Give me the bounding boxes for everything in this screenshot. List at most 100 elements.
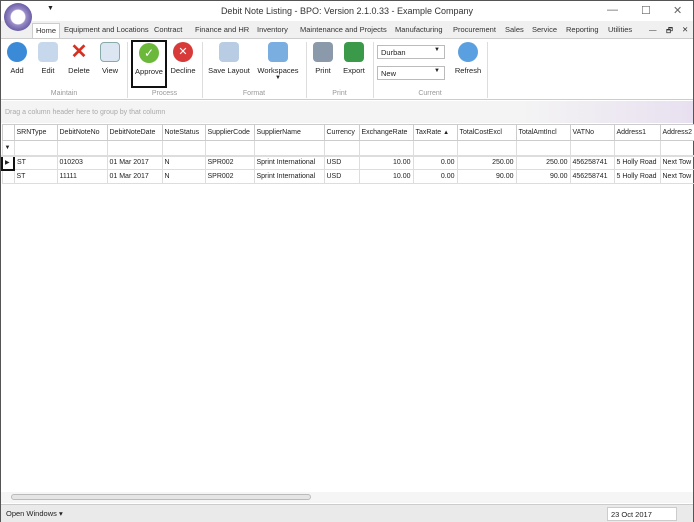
cell-currency[interactable]: USD — [323, 169, 360, 184]
column-header-totalamtincl[interactable]: TotalAmtIncl — [515, 124, 571, 141]
column-header-currency[interactable]: Currency — [323, 124, 360, 141]
tab-utilities[interactable]: Utilities — [605, 23, 635, 38]
filter-cell-srntype[interactable] — [13, 140, 58, 157]
tab-service[interactable]: Service — [529, 23, 560, 38]
cell-address2[interactable]: Next Tow — [659, 169, 694, 184]
column-header-srntype[interactable]: SRNType — [13, 124, 58, 141]
cell-totalamtincl[interactable]: 250.00 — [515, 155, 571, 170]
horizontal-scrollbar[interactable] — [1, 492, 693, 503]
cell-suppliercode[interactable]: SPR002 — [204, 169, 255, 184]
cell-taxrate[interactable]: 0.00 — [412, 155, 458, 170]
tab-inventory[interactable]: Inventory — [254, 23, 291, 38]
column-header-label: Currency — [326, 129, 355, 136]
close-icon[interactable]: ✕ — [673, 4, 682, 17]
minimize-icon[interactable]: — — [607, 4, 618, 16]
column-header-debitnotedate[interactable]: DebitNoteDate — [106, 124, 163, 141]
filter-cell-exchangerate[interactable] — [358, 140, 414, 157]
filter-cell-notestatus[interactable] — [161, 140, 206, 157]
column-header-exchangerate[interactable]: ExchangeRate — [358, 124, 414, 141]
edit-button[interactable]: Edit — [35, 42, 61, 75]
tab-sales[interactable]: Sales — [502, 23, 527, 38]
filter-cell-totalamtincl[interactable] — [515, 140, 571, 157]
column-header-suppliername[interactable]: SupplierName — [253, 124, 325, 141]
cell-suppliercode[interactable]: SPR002 — [204, 155, 255, 170]
filter-cell-debitnotedate[interactable] — [106, 140, 163, 157]
scrollbar-thumb[interactable] — [11, 494, 311, 500]
add-button[interactable]: Add — [4, 42, 30, 75]
tab-equipment-and-locations[interactable]: Equipment and Locations — [61, 23, 152, 38]
tab-contract[interactable]: Contract — [151, 23, 185, 38]
cell-suppliername[interactable]: Sprint International — [253, 155, 325, 170]
print-button[interactable]: Print — [310, 42, 336, 75]
tab-procurement[interactable]: Procurement — [450, 23, 499, 38]
export-button[interactable]: Export — [339, 42, 369, 75]
table-row[interactable]: ▶ ST 010203 01 Mar 2017 N SPR002 Sprint Intern… — [1, 154, 694, 171]
cell-suppliername[interactable]: Sprint International — [253, 169, 325, 184]
cell-totalcostexcl[interactable]: 250.00 — [456, 155, 517, 170]
cell-vatno[interactable]: 456258741 — [569, 155, 615, 170]
cell-currency[interactable]: USD — [323, 155, 360, 170]
column-header-totalcostexcl[interactable]: TotalCostExcl — [456, 124, 517, 141]
mdi-close-icon[interactable]: ✕ — [679, 23, 691, 38]
cell-exchangerate[interactable]: 10.00 — [358, 169, 414, 184]
maximize-icon[interactable]: ☐ — [641, 4, 651, 17]
cell-debitnotedate[interactable]: 01 Mar 2017 — [106, 169, 163, 184]
tab-finance-and-hr[interactable]: Finance and HR — [192, 23, 252, 38]
date-field[interactable]: 23 Oct 2017 — [607, 507, 677, 521]
cell-srntype[interactable]: ST — [13, 169, 58, 184]
status-select[interactable]: New ▼ — [377, 66, 445, 80]
row-indicator[interactable]: ▶ — [1, 154, 15, 171]
cell-debitnotedate[interactable]: 01 Mar 2017 — [106, 155, 163, 170]
filter-cell-taxrate[interactable] — [412, 140, 458, 157]
table-row[interactable]: ST 11111 01 Mar 2017 N SPR002 Sprint Internat… — [1, 169, 694, 184]
column-header-address1[interactable]: Address1 — [613, 124, 661, 141]
column-header-notestatus[interactable]: NoteStatus — [161, 124, 206, 141]
tab-reporting[interactable]: Reporting — [563, 23, 602, 38]
tab-home[interactable]: Home — [32, 23, 61, 38]
filter-cell-currency[interactable] — [323, 140, 360, 157]
view-button[interactable]: View — [97, 42, 123, 75]
group-by-panel[interactable]: Drag a column header here to group by th… — [1, 101, 693, 123]
mdi-restore-icon[interactable]: 🗗 — [663, 23, 676, 38]
workspaces-button[interactable]: Workspaces ▼ — [256, 42, 300, 81]
filter-cell-suppliercode[interactable] — [204, 140, 255, 157]
cell-notestatus[interactable]: N — [161, 155, 206, 170]
row-indicator[interactable] — [1, 169, 15, 184]
filter-cell-address2[interactable] — [659, 140, 694, 157]
filter-cell-totalcostexcl[interactable] — [456, 140, 517, 157]
cell-srntype[interactable]: ST — [13, 155, 58, 170]
cell-taxrate[interactable]: 0.00 — [412, 169, 458, 184]
save-layout-button[interactable]: Save Layout — [206, 42, 252, 75]
cell-exchangerate[interactable]: 10.00 — [358, 155, 414, 170]
column-header-suppliercode[interactable]: SupplierCode — [204, 124, 255, 141]
app-logo[interactable] — [4, 3, 32, 31]
column-header-debitnoteno[interactable]: DebitNoteNo — [56, 124, 108, 141]
site-select[interactable]: Durban ▼ — [377, 45, 445, 59]
cell-debitnoteno[interactable]: 010203 — [56, 155, 108, 170]
filter-icon[interactable]: ▼ — [1, 140, 15, 157]
cell-notestatus[interactable]: N — [161, 169, 206, 184]
cell-vatno[interactable]: 456258741 — [569, 169, 615, 184]
column-header-taxrate[interactable]: TaxRate ▲ — [412, 124, 458, 141]
tab-maintenance-and-projects[interactable]: Maintenance and Projects — [297, 23, 390, 38]
cell-address2[interactable]: Next Tow — [659, 155, 694, 170]
delete-button[interactable]: ✕ Delete — [64, 42, 94, 75]
refresh-button[interactable]: Refresh — [451, 42, 485, 75]
mdi-minimize-icon[interactable]: — — [646, 23, 660, 38]
cell-address1[interactable]: 5 Holly Road — [613, 169, 661, 184]
open-windows-button[interactable]: Open Windows ▾ — [6, 509, 63, 518]
tab-manufacturing[interactable]: Manufacturing — [392, 23, 446, 38]
column-header-address2[interactable]: Address2 — [659, 124, 694, 141]
cell-totalcostexcl[interactable]: 90.00 — [456, 169, 517, 184]
cell-totalamtincl[interactable]: 90.00 — [515, 169, 571, 184]
filter-cell-suppliername[interactable] — [253, 140, 325, 157]
quick-access-dropdown-icon[interactable]: ▼ — [47, 5, 54, 12]
decline-button[interactable]: ✕ Decline — [169, 42, 197, 75]
filter-cell-address1[interactable] — [613, 140, 661, 157]
approve-button[interactable]: ✓ Approve — [131, 40, 167, 88]
cell-address1[interactable]: 5 Holly Road — [613, 155, 661, 170]
filter-cell-vatno[interactable] — [569, 140, 615, 157]
filter-cell-debitnoteno[interactable] — [56, 140, 108, 157]
cell-debitnoteno[interactable]: 11111 — [56, 169, 108, 184]
column-header-vatno[interactable]: VATNo — [569, 124, 615, 141]
